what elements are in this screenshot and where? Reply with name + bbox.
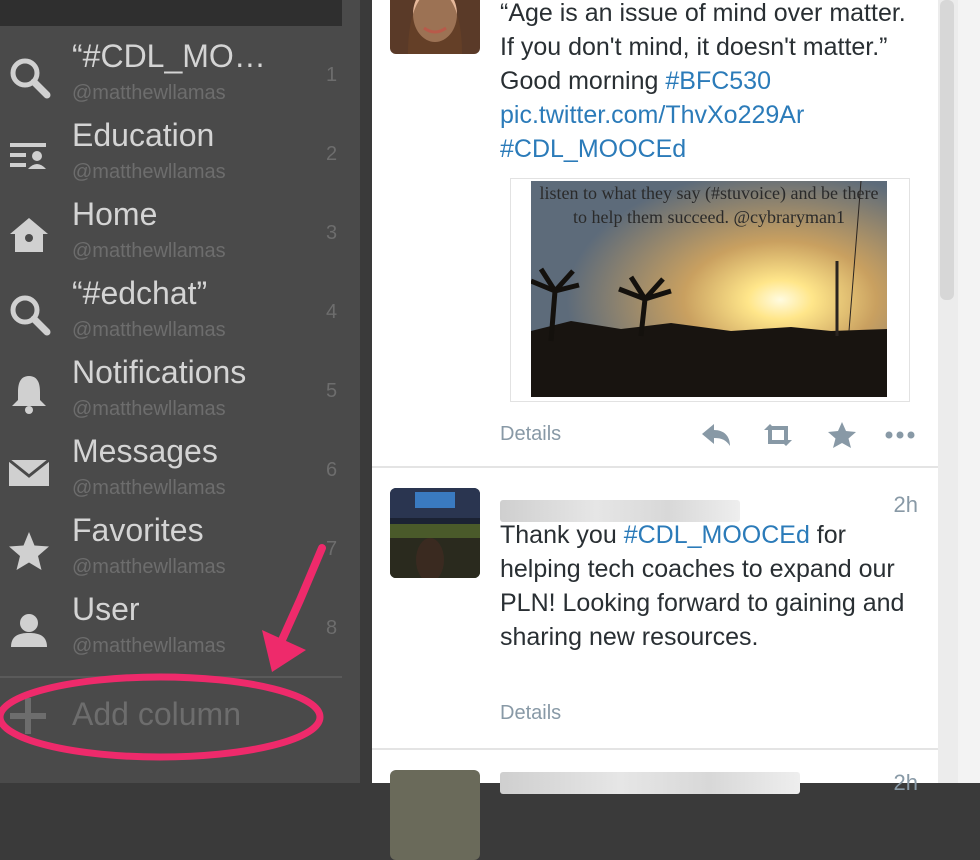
sidebar-divider: [0, 676, 342, 678]
tweet-text: Thank you #CDL_MOOCEd for helping tech c…: [500, 518, 920, 654]
sidebar-item-number: 1: [326, 64, 338, 86]
image-caption: listen to what they say (#stuvoice) and …: [539, 183, 879, 227]
tweet-item[interactable]: “Age is an issue of mind over matter. If…: [372, 0, 938, 468]
tweet-time[interactable]: 2h: [894, 770, 918, 796]
avatar[interactable]: [390, 488, 480, 578]
sidebar-item-number: 6: [326, 459, 338, 481]
sidebar-item-notifications[interactable]: Notifications @matthewllamas 5: [0, 354, 360, 433]
user-icon: [6, 607, 52, 653]
sidebar-item-account: @matthewllamas: [72, 635, 226, 657]
sidebar-item-number: 4: [326, 301, 338, 323]
sunset-photo: listen to what they say (#stuvoice) and …: [531, 181, 887, 397]
sidebar-item-account: @matthewllamas: [72, 477, 226, 499]
details-link[interactable]: Details: [500, 423, 561, 446]
sidebar-item-account: @matthewllamas: [72, 240, 226, 262]
sidebar-item-cdl-mooc[interactable]: “#CDL_MO… @matthewllamas 1: [0, 38, 360, 117]
tweet-text: “Age is an issue of mind over matter. If…: [500, 0, 920, 166]
tweet-time[interactable]: 2h: [894, 492, 918, 518]
hashtag-link[interactable]: #CDL_MOOCEd: [624, 521, 810, 549]
sidebar-item-label: Messages: [72, 433, 218, 469]
details-link[interactable]: Details: [500, 702, 561, 725]
sidebar-item-account: @matthewllamas: [72, 398, 226, 420]
tweet-text-body: Thank you: [500, 521, 624, 549]
pic-link[interactable]: pic.twitter.com/ThvXo229Ar: [500, 101, 804, 129]
sidebar-item-account: @matthewllamas: [72, 161, 226, 183]
more-icon[interactable]: [882, 420, 918, 450]
add-column-button[interactable]: Add column: [0, 690, 342, 750]
favorite-icon[interactable]: [824, 420, 860, 450]
sidebar-top-bar: [0, 0, 342, 26]
bell-icon: [6, 370, 52, 416]
sidebar-item-label: Notifications: [72, 354, 247, 390]
sidebar-item-number: 5: [326, 380, 338, 402]
sidebar-item-edchat[interactable]: “#edchat” @matthewllamas 4: [0, 275, 360, 354]
tweet-actions: [678, 420, 918, 450]
hashtag-link[interactable]: #BFC530: [665, 67, 771, 95]
sidebar-item-account: @matthewllamas: [72, 82, 226, 104]
star-icon: [6, 528, 52, 574]
sidebar-item-label: “#CDL_MO…: [72, 38, 266, 74]
reply-icon[interactable]: [698, 420, 734, 450]
sidebar-item-number: 2: [326, 143, 338, 165]
add-column-label: Add column: [72, 696, 241, 732]
right-gutter: [958, 0, 980, 783]
sidebar-item-label: Education: [72, 117, 215, 153]
envelope-icon: [6, 449, 52, 495]
list-icon: [6, 133, 52, 179]
sidebar-item-education[interactable]: Education @matthewllamas 2: [0, 117, 360, 196]
sidebar-item-home[interactable]: Home @matthewllamas 3: [0, 196, 360, 275]
sidebar-item-number: 3: [326, 222, 338, 244]
sidebar-item-account: @matthewllamas: [72, 319, 226, 341]
sidebar-item-label: Favorites: [72, 512, 204, 548]
tweet-item[interactable]: 2h Thank you #CDL_MOOCEd for helping tec…: [372, 468, 938, 750]
retweet-icon[interactable]: [760, 420, 796, 450]
tweet-column[interactable]: “Age is an issue of mind over matter. If…: [372, 0, 938, 860]
sidebar-item-label: “#edchat”: [72, 275, 208, 311]
plus-icon: [8, 696, 48, 736]
tweet-item[interactable]: 2h: [372, 750, 938, 860]
sidebar-item-label: User: [72, 591, 140, 627]
home-icon: [6, 212, 52, 258]
hashtag-link[interactable]: #CDL_MOOCEd: [500, 135, 686, 163]
sidebar-item-user[interactable]: User @matthewllamas 8: [0, 591, 360, 670]
sidebar-item-number: 8: [326, 617, 338, 639]
sidebar-item-label: Home: [72, 196, 158, 232]
sidebar-item-messages[interactable]: Messages @matthewllamas 6: [0, 433, 360, 512]
embedded-image[interactable]: listen to what they say (#stuvoice) and …: [510, 178, 910, 402]
sidebar: “#CDL_MO… @matthewllamas 1 Education @ma…: [0, 0, 360, 783]
sidebar-item-favorites[interactable]: Favorites @matthewllamas 7: [0, 512, 360, 591]
avatar[interactable]: [390, 770, 480, 860]
sidebar-item-account: @matthewllamas: [72, 556, 226, 578]
column-gap: [360, 0, 372, 783]
column-scrollbar[interactable]: [940, 0, 954, 300]
sidebar-item-number: 7: [326, 538, 338, 560]
avatar[interactable]: [390, 0, 480, 54]
search-icon: [6, 291, 52, 337]
author-name-redacted: [500, 772, 800, 794]
search-icon: [6, 54, 52, 100]
